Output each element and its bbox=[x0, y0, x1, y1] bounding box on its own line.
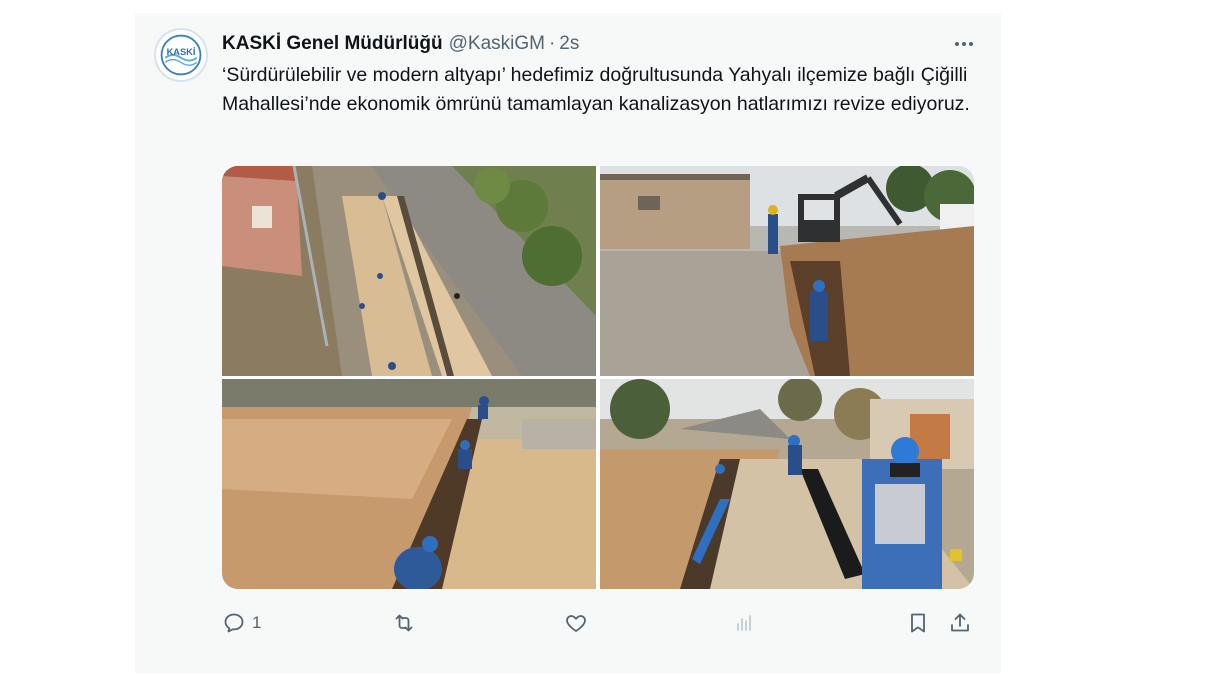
retweet-button[interactable] bbox=[392, 607, 416, 639]
views-button[interactable] bbox=[732, 607, 756, 639]
photo-aerial-trench[interactable] bbox=[222, 166, 596, 376]
author-handle[interactable]: @KaskiGM bbox=[449, 33, 545, 55]
retweet-icon bbox=[395, 614, 413, 632]
bookmark-icon bbox=[911, 613, 925, 633]
tweet-card[interactable]: KASKİ KASKİ Genel Müdürlüğü @KaskiGM · 2… bbox=[135, 13, 1001, 673]
share-button[interactable] bbox=[948, 607, 972, 639]
reply-icon bbox=[224, 613, 244, 633]
tweet-text: ‘Sürdürülebilir ve modern altyapı’ hedef… bbox=[222, 64, 970, 115]
more-dot bbox=[955, 42, 959, 46]
reply-count: 1 bbox=[252, 613, 262, 632]
avatar[interactable]: KASKİ bbox=[154, 28, 208, 82]
timestamp[interactable]: 2s bbox=[559, 33, 579, 55]
separator-dot: · bbox=[548, 33, 556, 54]
media-grid bbox=[222, 166, 974, 589]
bookmark-button[interactable] bbox=[906, 607, 930, 639]
tweet-header: KASKİ Genel Müdürlüğü @KaskiGM · 2s bbox=[222, 31, 979, 57]
views-icon bbox=[737, 615, 751, 631]
author-name[interactable]: KASKİ Genel Müdürlüğü bbox=[222, 33, 443, 55]
tweet-actions: 1 bbox=[222, 607, 974, 639]
more-dot bbox=[962, 42, 966, 46]
photo-pipe-laying[interactable] bbox=[600, 379, 974, 589]
more-options-icon[interactable] bbox=[949, 31, 979, 57]
more-dot bbox=[969, 42, 973, 46]
like-button[interactable] bbox=[564, 607, 588, 639]
reply-button[interactable]: 1 bbox=[222, 607, 261, 639]
photo-trench-workers[interactable] bbox=[222, 379, 596, 589]
avatar-logo-text: KASKİ bbox=[167, 47, 196, 57]
photo-excavator[interactable] bbox=[600, 166, 974, 376]
like-icon bbox=[566, 615, 586, 632]
share-icon bbox=[951, 613, 969, 632]
